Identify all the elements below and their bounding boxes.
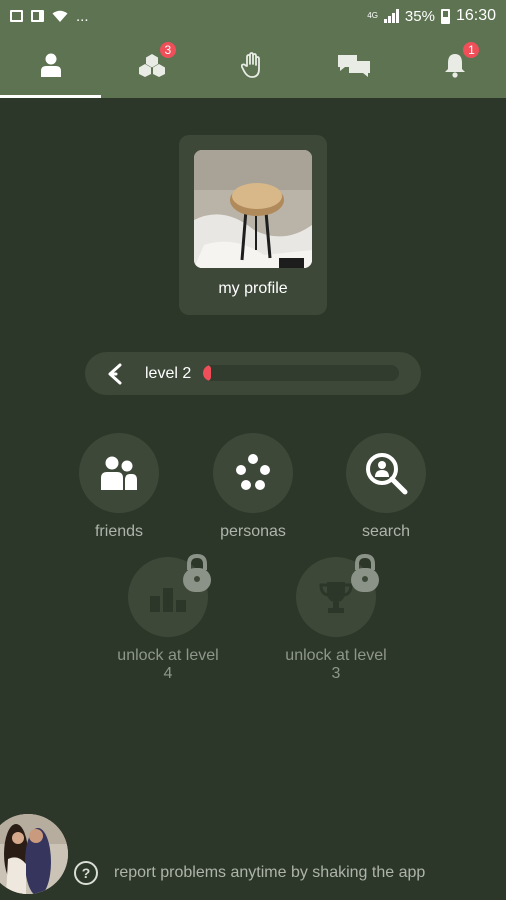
top-tab-bar: 3 1 (0, 32, 506, 98)
unlock-level-4-label: unlock at level 4 (117, 647, 219, 682)
search-button[interactable]: search (331, 433, 441, 541)
gallery-icon (10, 10, 23, 22)
personas-label: personas (220, 523, 286, 540)
profile-photo (194, 150, 312, 268)
personas-button[interactable]: personas (198, 433, 308, 541)
friends-button[interactable]: friends (64, 433, 174, 541)
battery-icon (440, 8, 450, 24)
unlock-level-3-label: unlock at level 3 (285, 647, 387, 682)
level-bar[interactable]: level 2 (85, 352, 421, 395)
lock-icon (351, 553, 379, 592)
search-circle (346, 433, 426, 513)
help-icon[interactable]: ? (74, 861, 98, 885)
my-profile-card[interactable]: my profile (179, 135, 327, 315)
notification-badge: 3 (157, 40, 178, 60)
report-problems-hint: report problems anytime by shaking the a… (114, 864, 426, 881)
hand-icon (240, 52, 260, 78)
locked-feature-level-3[interactable]: unlock at level 3 (281, 553, 391, 683)
clock: 16:30 (455, 7, 496, 24)
personas-icon (236, 454, 270, 490)
friends-icon (101, 456, 137, 490)
level-label: level 2 (145, 365, 192, 382)
locked-circle (296, 553, 379, 637)
tab-personas[interactable]: 3 (101, 32, 202, 98)
friends-label: friends (94, 523, 144, 540)
battery-percent: 35% (404, 7, 435, 25)
status-overflow: ... (76, 7, 89, 25)
level-progress-fill (203, 365, 211, 381)
signal-icon (383, 9, 399, 23)
flipboard-icon (31, 10, 44, 22)
locked-feature-level-4[interactable]: unlock at level 4 (113, 553, 223, 683)
lock-icon (183, 553, 211, 592)
tab-profile[interactable] (0, 32, 102, 98)
search-label: search (361, 523, 411, 540)
profile-label: my profile (218, 280, 288, 297)
network-type: 4G (367, 11, 378, 20)
personas-circle (213, 433, 293, 513)
status-bar: ... 4G 35% 16:30 (0, 0, 506, 32)
tab-notifications[interactable]: 1 (405, 32, 506, 98)
floating-avatar[interactable] (0, 814, 68, 894)
notification-badge: 1 (461, 40, 482, 60)
level-chevron-icon (108, 363, 122, 385)
friends-circle (79, 433, 159, 513)
tab-waves[interactable] (202, 32, 303, 98)
chat-icon (338, 55, 371, 77)
search-user-icon (366, 453, 408, 495)
person-icon (40, 53, 61, 77)
locked-circle (128, 553, 211, 637)
wifi-icon (52, 10, 68, 22)
tab-messages[interactable] (304, 32, 405, 98)
level-progress-track (203, 365, 399, 381)
